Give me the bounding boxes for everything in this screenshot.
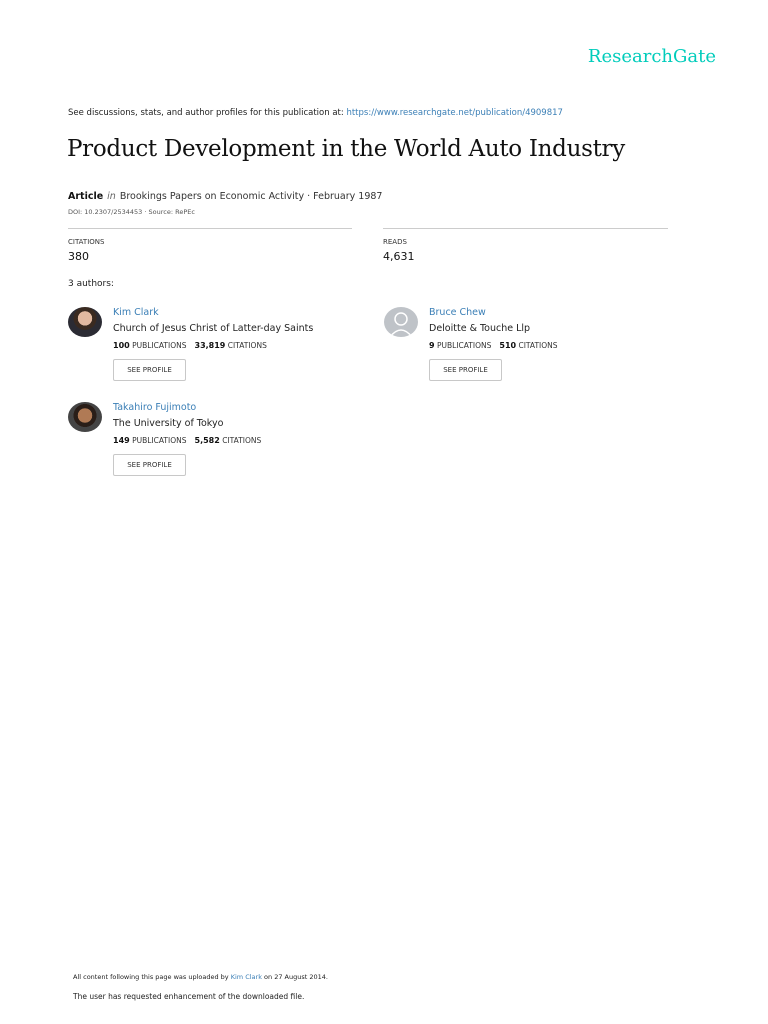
citations-count: 33,819 xyxy=(194,341,226,350)
publications-label: Publications xyxy=(132,341,187,350)
citations-count: 5,582 xyxy=(194,436,220,445)
citations-label: Citations xyxy=(222,436,262,445)
author-affiliation: Deloitte & Touche Llp xyxy=(429,323,531,334)
author-affiliation: Church of Jesus Christ of Latter-day Sai… xyxy=(113,323,314,334)
author-name[interactable]: Takahiro Fujimoto xyxy=(113,402,196,413)
reads-label: READS xyxy=(383,238,407,246)
citations-label: CITATIONS xyxy=(68,238,105,246)
researchgate-cover-page: ResearchGate See discussions, stats, and… xyxy=(0,0,768,1024)
author-stats: 9 Publications 510 Citations xyxy=(429,341,566,350)
avatar[interactable] xyxy=(68,402,102,432)
uploader-link[interactable]: Kim Clark xyxy=(231,973,262,981)
publications-count: 149 xyxy=(113,436,130,445)
author-affiliation: The University of Tokyo xyxy=(113,418,224,429)
publications-count: 100 xyxy=(113,341,130,350)
doi: DOI: 10.2307/2534453 · Source: RePEc xyxy=(68,208,195,216)
publications-count: 9 xyxy=(429,341,435,350)
avatar[interactable] xyxy=(68,307,102,337)
enhancement-note: The user has requested enhancement of th… xyxy=(73,992,305,1001)
publications-label: Publications xyxy=(436,341,492,350)
divider xyxy=(383,228,668,229)
author-stats: 149 Publications 5,582 Citations xyxy=(113,436,269,445)
reads-count: 4,631 xyxy=(383,250,415,263)
author-name[interactable]: Bruce Chew xyxy=(429,307,486,318)
article-type: Article xyxy=(68,191,104,202)
citations-label: Citations xyxy=(227,341,267,350)
citations-label: Citations xyxy=(518,341,558,350)
publication-meta: Article in Brookings Papers on Economic Ac… xyxy=(68,191,382,202)
see-profile-button[interactable]: SEE PROFILE xyxy=(429,359,502,381)
publications-label: Publications xyxy=(132,436,187,445)
journal: Brookings Papers on Economic Activity · … xyxy=(119,191,383,202)
researchgate-logo[interactable]: ResearchGate xyxy=(588,46,716,67)
upload-suffix: on 27 August 2014. xyxy=(264,973,328,981)
citations-count: 510 xyxy=(499,341,517,350)
default-avatar-icon[interactable] xyxy=(384,307,418,337)
see-profile-button[interactable]: SEE PROFILE xyxy=(113,359,186,381)
authors-heading: 3 authors: xyxy=(68,279,114,289)
author-name[interactable]: Kim Clark xyxy=(113,307,159,318)
author-stats: 100 Publications 33,819 Citations xyxy=(113,341,275,350)
discussion-text: See discussions, stats, and author profi… xyxy=(68,108,344,118)
citations-count: 380 xyxy=(68,250,89,263)
see-profile-button[interactable]: SEE PROFILE xyxy=(113,454,186,476)
upload-note: All content following this page was uplo… xyxy=(73,973,328,981)
in-label: in xyxy=(107,191,116,202)
publication-title: Product Development in the World Auto In… xyxy=(67,136,625,162)
publication-link[interactable]: https://www.researchgate.net/publication… xyxy=(346,108,562,118)
upload-prefix: All content following this page was uplo… xyxy=(73,973,229,981)
divider xyxy=(68,228,352,229)
discussion-line: See discussions, stats, and author profi… xyxy=(68,108,563,118)
